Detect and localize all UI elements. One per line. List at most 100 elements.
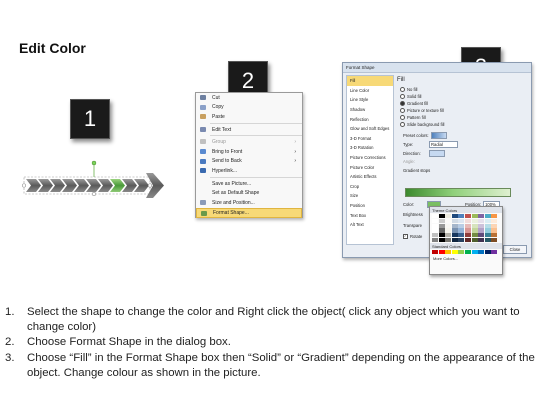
color-swatch[interactable] bbox=[445, 228, 452, 233]
color-swatch[interactable] bbox=[445, 250, 452, 255]
menu-item-edit-text[interactable]: Edit Text bbox=[196, 125, 302, 135]
color-swatch[interactable] bbox=[491, 233, 498, 238]
menu-item-hyperlink[interactable]: Hyperlink... bbox=[196, 166, 302, 176]
color-swatch[interactable] bbox=[432, 223, 438, 228]
sidebar-item-glow[interactable]: Glow and Soft Edges bbox=[347, 124, 393, 134]
color-swatch[interactable] bbox=[438, 237, 445, 243]
color-swatch[interactable] bbox=[438, 223, 445, 228]
color-swatch[interactable] bbox=[464, 214, 471, 219]
color-swatch[interactable] bbox=[484, 237, 491, 243]
menu-item-cut[interactable]: Cut bbox=[196, 93, 302, 103]
sidebar-item-size[interactable]: Size bbox=[347, 191, 393, 201]
resize-handle-right[interactable] bbox=[147, 183, 153, 188]
sidebar-item-3d-format[interactable]: 3-D Format bbox=[347, 134, 393, 144]
preset-colors-dropdown[interactable] bbox=[430, 132, 447, 139]
menu-item-group[interactable]: Group › bbox=[196, 137, 302, 147]
color-swatch[interactable] bbox=[491, 228, 498, 233]
menu-item-save-as-picture[interactable]: Save as Picture... bbox=[196, 179, 302, 189]
color-swatch[interactable] bbox=[464, 233, 471, 238]
menu-item-send-to-back[interactable]: Send to Back › bbox=[196, 157, 302, 167]
color-swatch[interactable] bbox=[451, 223, 458, 228]
menu-item-bring-to-front[interactable]: Bring to Front › bbox=[196, 147, 302, 157]
color-swatch[interactable] bbox=[464, 250, 471, 255]
radio-picture-fill[interactable]: Picture or texture fill bbox=[400, 108, 444, 113]
color-swatch[interactable] bbox=[478, 237, 485, 243]
rotate-checkbox[interactable]: ✓ bbox=[403, 234, 408, 239]
color-swatch[interactable] bbox=[458, 223, 465, 228]
sidebar-item-crop[interactable]: Crop bbox=[347, 182, 393, 192]
color-swatch[interactable] bbox=[471, 237, 478, 243]
sidebar-item-fill[interactable]: Fill bbox=[347, 76, 393, 86]
color-swatch[interactable] bbox=[471, 250, 478, 255]
color-swatch[interactable] bbox=[432, 228, 438, 233]
gradient-stops-bar[interactable] bbox=[405, 188, 511, 197]
color-swatch[interactable] bbox=[484, 233, 491, 238]
color-swatch[interactable] bbox=[478, 250, 485, 255]
color-swatch[interactable] bbox=[471, 228, 478, 233]
color-swatch[interactable] bbox=[451, 237, 458, 243]
color-swatch[interactable] bbox=[458, 233, 465, 238]
color-swatch[interactable] bbox=[432, 233, 438, 238]
close-button[interactable]: Close bbox=[503, 245, 527, 254]
type-dropdown[interactable]: Radial bbox=[429, 141, 458, 148]
color-swatch[interactable] bbox=[438, 233, 445, 238]
color-swatch[interactable] bbox=[484, 228, 491, 233]
rotate-with-shape-row[interactable]: ✓ Rotate bbox=[403, 234, 422, 239]
color-swatch[interactable] bbox=[458, 218, 465, 223]
radio-gradient-fill[interactable]: Gradient fill bbox=[400, 101, 428, 106]
color-swatch[interactable] bbox=[432, 250, 438, 255]
radio-pattern-fill[interactable]: Pattern fill bbox=[400, 115, 426, 120]
color-swatch[interactable] bbox=[451, 250, 458, 255]
color-swatch[interactable] bbox=[471, 233, 478, 238]
color-swatch[interactable] bbox=[484, 223, 491, 228]
color-swatch[interactable] bbox=[432, 237, 438, 243]
color-swatch[interactable] bbox=[464, 223, 471, 228]
color-swatch[interactable] bbox=[458, 228, 465, 233]
color-swatch[interactable] bbox=[445, 237, 452, 243]
sidebar-item-artistic-effects[interactable]: Artistic Effects bbox=[347, 172, 393, 182]
color-swatch[interactable] bbox=[478, 214, 485, 219]
color-swatch[interactable] bbox=[491, 237, 498, 243]
color-swatch[interactable] bbox=[445, 214, 452, 219]
resize-handle-bottom[interactable] bbox=[91, 191, 97, 197]
sidebar-item-picture-corrections[interactable]: Picture Corrections bbox=[347, 153, 393, 163]
color-swatch[interactable] bbox=[471, 218, 478, 223]
color-swatch[interactable] bbox=[478, 218, 485, 223]
color-swatch[interactable] bbox=[438, 218, 445, 223]
color-swatch[interactable] bbox=[484, 250, 491, 255]
color-swatch[interactable] bbox=[484, 218, 491, 223]
sidebar-item-line-style[interactable]: Line Style bbox=[347, 95, 393, 105]
color-swatch[interactable] bbox=[458, 237, 465, 243]
color-swatch[interactable] bbox=[438, 250, 445, 255]
color-swatch[interactable] bbox=[484, 214, 491, 219]
color-swatch[interactable] bbox=[471, 214, 478, 219]
sidebar-item-line-color[interactable]: Line Color bbox=[347, 86, 393, 96]
menu-item-format-shape[interactable]: Format Shape... bbox=[196, 207, 302, 218]
rotation-handle[interactable] bbox=[91, 160, 97, 166]
color-swatch[interactable] bbox=[464, 228, 471, 233]
color-swatch[interactable] bbox=[445, 223, 452, 228]
color-swatch[interactable] bbox=[464, 237, 471, 243]
color-swatch[interactable] bbox=[451, 218, 458, 223]
sidebar-item-position[interactable]: Position bbox=[347, 201, 393, 211]
menu-item-paste[interactable]: Paste bbox=[196, 112, 302, 122]
sidebar-item-picture-color[interactable]: Picture Color bbox=[347, 162, 393, 172]
sidebar-item-reflection[interactable]: Reflection bbox=[347, 114, 393, 124]
color-swatch[interactable] bbox=[491, 223, 498, 228]
color-swatch[interactable] bbox=[491, 214, 498, 219]
menu-item-set-default-shape[interactable]: Set as Default Shape bbox=[196, 188, 302, 198]
color-swatch[interactable] bbox=[438, 228, 445, 233]
direction-dropdown[interactable] bbox=[429, 150, 445, 157]
color-swatch[interactable] bbox=[451, 233, 458, 238]
sidebar-item-shadow[interactable]: Shadow bbox=[347, 105, 393, 115]
color-swatch[interactable] bbox=[491, 250, 498, 255]
color-swatch[interactable] bbox=[478, 233, 485, 238]
chevron-arrow-shape[interactable] bbox=[22, 160, 172, 210]
color-swatch[interactable] bbox=[438, 214, 445, 219]
color-swatch[interactable] bbox=[478, 228, 485, 233]
color-swatch[interactable] bbox=[458, 214, 465, 219]
sidebar-item-3d-rotation[interactable]: 3-D Rotation bbox=[347, 143, 393, 153]
sidebar-item-text-box[interactable]: Text Box bbox=[347, 210, 393, 220]
color-swatch[interactable] bbox=[451, 228, 458, 233]
resize-handle-left[interactable] bbox=[22, 183, 27, 188]
